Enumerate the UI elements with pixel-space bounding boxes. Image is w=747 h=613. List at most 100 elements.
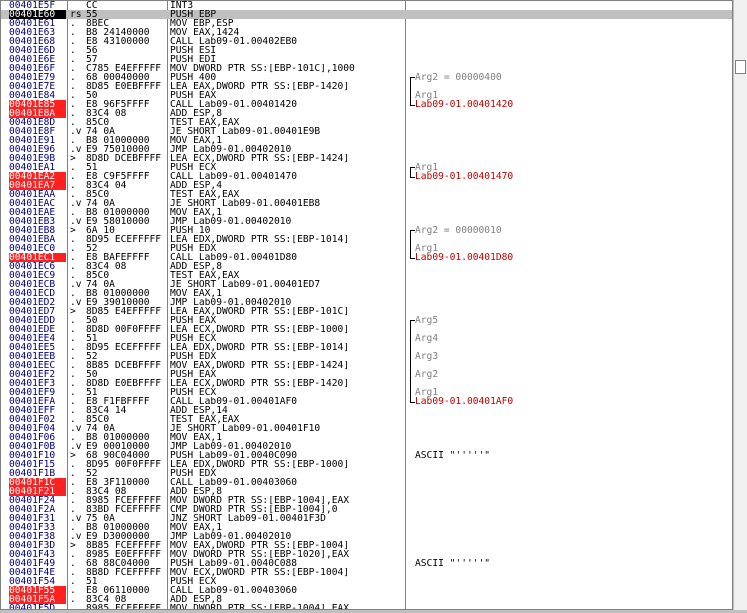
table-row[interactable]: 00401F38 .v E9 D3000000 JMP Lab09-01.004020… bbox=[1, 532, 732, 542]
table-row[interactable]: 00401EA7. 83C4 04 ADD ESP,4 bbox=[1, 181, 732, 190]
hex-dump-cell: 52 bbox=[86, 469, 98, 478]
disassembly-cell: PUSH 10 bbox=[170, 226, 211, 235]
hex-dump-cell: E9 D3000000 bbox=[86, 532, 150, 541]
table-row[interactable]: 00401F49. 68 88C04000 PUSH Lab09-01.0040C0… bbox=[1, 558, 732, 569]
disassembly-pane[interactable]: 00401E5F CC INT3 00401E60 rs 55 PUSH EBP 00401E… bbox=[0, 0, 733, 610]
table-row[interactable]: 00401EF3. 8D8D E0EBFFFF LEA ECX,DWORD PTR … bbox=[1, 379, 732, 389]
disassembly-cell: MOV EAX,1 bbox=[170, 433, 222, 442]
vertical-scrollbar[interactable] bbox=[733, 0, 747, 610]
table-row[interactable]: 00401F54. 51 PUSH ECX bbox=[1, 577, 732, 587]
disassembly-cell: CMP DWORD PTR SS:[EBP-1004],0 bbox=[170, 505, 338, 514]
table-row[interactable]: 00401EC9. 85C0 TEST EAX,EAX bbox=[1, 271, 732, 281]
table-row[interactable]: 00401E8F .v 74 0A JE SHORT Lab09-01.00401E9… bbox=[1, 127, 732, 137]
hex-dump-cell: 8D85 E0EBFFFF bbox=[86, 82, 162, 91]
table-row[interactable]: 00401EDD. 50 PUSH EAX Arg5 bbox=[1, 316, 732, 326]
hex-dump-cell: 51 bbox=[86, 163, 98, 172]
hex-dump-cell: B8 01000000 bbox=[86, 208, 150, 217]
table-row[interactable]: 00401F5A. 83C4 08 ADD ESP,8 bbox=[1, 595, 732, 604]
hex-dump-cell: 51 bbox=[86, 334, 98, 343]
disassembly-cell: MOV DWORD PTR SS:[EBP-1020],EAX bbox=[170, 550, 350, 559]
table-row[interactable]: 00401E63. B8 24140000 MOV EAX,1424 bbox=[1, 28, 732, 38]
table-row[interactable]: 00401EEC. 8B85 DCEBFFFF MOV EAX,DWORD PTR … bbox=[1, 361, 732, 371]
disassembly-cell: CALL Lab09-01.00401470 bbox=[170, 172, 298, 181]
table-row[interactable]: 00401E6E. 57 PUSH EDI bbox=[1, 55, 732, 65]
table-row[interactable]: 00401EC6. 83C4 08 ADD ESP,8 bbox=[1, 262, 732, 272]
disassembly-cell: JE SHORT Lab09-01.00401E9B bbox=[170, 127, 321, 136]
table-row[interactable]: 00401EE5. 8D95 ECEFFFFF LEA EDX,DWORD PTR … bbox=[1, 343, 732, 353]
table-row[interactable]: 00401EAA. 85C0 TEST EAX,EAX bbox=[1, 190, 732, 200]
table-row[interactable]: 00401ED7 >8D85 E4EFFFFF LEA EAX,DWORD PTR … bbox=[1, 307, 732, 317]
table-row[interactable]: 00401EB3 .v E9 58010000 JMP Lab09-01.004020… bbox=[1, 217, 732, 227]
hex-dump-cell: 52 bbox=[86, 244, 98, 253]
table-row[interactable]: 00401E9B >8D8D DCEBFFFF LEA ECX,DWORD PTR … bbox=[1, 154, 732, 164]
table-row[interactable]: 00401F0B .v E9 00010000 JMP Lab09-01.004020… bbox=[1, 442, 732, 452]
table-row[interactable]: 00401E6D. 56 PUSH ESI bbox=[1, 46, 732, 56]
disassembly-cell: PUSH EDX bbox=[170, 352, 217, 361]
table-row[interactable]: 00401E60 rs 55 PUSH EBP bbox=[1, 10, 732, 19]
hex-dump-cell: 50 bbox=[86, 370, 98, 379]
call-args-bracket bbox=[410, 230, 415, 259]
table-row[interactable]: 00401F15. 8D95 00F0FFFF LEA EDX,DWORD PTR … bbox=[1, 460, 732, 470]
table-row[interactable]: 00401EDE. 8D8D 00F0FFFF LEA ECX,DWORD PTR … bbox=[1, 325, 732, 335]
table-row[interactable]: 00401E5F CC INT3 bbox=[1, 1, 732, 10]
comment-cell: Lab09-01.00401D80 bbox=[415, 252, 514, 263]
table-row[interactable]: 00401E91. B8 01000000 MOV EAX,1 bbox=[1, 136, 732, 146]
hex-dump-cell: 52 bbox=[86, 352, 98, 361]
table-row[interactable]: 00401EB8 >6A 10 PUSH 10 Arg2 = 00000010 bbox=[1, 226, 732, 236]
table-row[interactable]: 00401E6F. C785 E4EFFFFF MOV DWORD PTR SS:[… bbox=[1, 64, 732, 74]
table-row[interactable]: 00401F43. 8985 E0EFFFFF MOV DWORD PTR SS:[… bbox=[1, 550, 732, 560]
table-row[interactable]: 00401F1C. E8 3F110000 CALL Lab09-01.004030… bbox=[1, 478, 732, 487]
table-row[interactable]: 00401EAE. B8 01000000 MOV EAX,1 bbox=[1, 208, 732, 218]
table-row[interactable]: 00401E84. 50 PUSH EAX Arg1 bbox=[1, 91, 732, 101]
table-row[interactable]: 00401F31 .v 75 0A JNZ SHORT Lab09-01.00401F… bbox=[1, 514, 732, 524]
hex-dump-cell: 85C0 bbox=[86, 271, 110, 280]
disassembly-cell: LEA EDX,DWORD PTR SS:[EBP-1014] bbox=[170, 235, 350, 244]
table-row[interactable]: 00401F06. B8 01000000 MOV EAX,1 bbox=[1, 433, 732, 443]
table-row[interactable]: 00401E85. E8 96F5FFFF CALL Lab09-01.004014… bbox=[1, 100, 732, 109]
table-row[interactable]: 00401E8D. 85C0 TEST EAX,EAX bbox=[1, 118, 732, 128]
table-row[interactable]: 00401F55. E8 06110000 CALL Lab09-01.004030… bbox=[1, 586, 732, 595]
table-row[interactable]: 00401F33. B8 01000000 MOV EAX,1 bbox=[1, 523, 732, 533]
comment-cell: Arg2 = 00000400 bbox=[415, 72, 502, 83]
disassembly-cell: PUSH 400 bbox=[170, 73, 217, 82]
disassembly-cell: JE SHORT Lab09-01.00401F10 bbox=[170, 424, 321, 433]
table-row[interactable]: 00401F21. 83C4 08 ADD ESP,8 bbox=[1, 487, 732, 496]
table-row[interactable]: 00401F1B. 52 PUSH EDX bbox=[1, 469, 732, 479]
table-row[interactable]: 00401EAC .v 74 0A JE SHORT Lab09-01.00401EB… bbox=[1, 199, 732, 209]
disassembly-cell: CALL Lab09-01.00401D80 bbox=[170, 253, 298, 262]
hex-dump-cell: 56 bbox=[86, 46, 98, 55]
table-row[interactable]: 00401ECD. B8 01000000 MOV EAX,1 bbox=[1, 289, 732, 299]
disassembly-cell: LEA EAX,DWORD PTR SS:[EBP-1420] bbox=[170, 82, 350, 91]
table-row[interactable]: 00401F24. 8985 FCEFFFFF MOV DWORD PTR SS:[… bbox=[1, 496, 732, 506]
table-row[interactable]: 00401EFF. 83C4 14 ADD ESP,14 bbox=[1, 406, 732, 416]
table-row[interactable]: 00401ED2 .v E9 39010000 JMP Lab09-01.004020… bbox=[1, 298, 732, 308]
disassembly-cell: PUSH Lab09-01.0040C088 bbox=[170, 559, 298, 568]
table-row[interactable]: 00401E79. 68 00040000 PUSH 400 Arg2 = 00000… bbox=[1, 72, 732, 83]
table-row[interactable]: 00401E68. E8 43100000 CALL Lab09-01.00402E… bbox=[1, 37, 732, 47]
table-row[interactable]: 00401F2A. 83BD FCEFFFFF CMP DWORD PTR SS:[… bbox=[1, 505, 732, 515]
table-row[interactable]: 00401EC0. 52 PUSH EDX Arg1 bbox=[1, 244, 732, 254]
table-row[interactable]: 00401EF2. 50 PUSH EAX Arg2 bbox=[1, 370, 732, 380]
table-row[interactable]: 00401F04 .v 74 0A JE SHORT Lab09-01.00401F1… bbox=[1, 424, 732, 434]
table-row[interactable]: 00401F10 >68 90C04000 PUSH Lab09-01.0040C0… bbox=[1, 451, 732, 461]
table-row[interactable]: 00401EEB. 52 PUSH EDX Arg3 bbox=[1, 352, 732, 362]
table-row[interactable]: 00401E61. 8BEC MOV EBP,ESP bbox=[1, 19, 732, 29]
table-row[interactable]: 00401E7E. 8D85 E0EBFFFF LEA EAX,DWORD PTR … bbox=[1, 82, 732, 92]
table-row[interactable]: 00401E96 .v E9 75010000 JMP Lab09-01.004020… bbox=[1, 145, 732, 155]
disassembly-cell: ADD ESP,8 bbox=[170, 595, 222, 604]
table-row[interactable]: 00401F4E. 8B8D FCEFFFFF MOV ECX,DWORD PTR … bbox=[1, 568, 732, 578]
table-row[interactable]: 00401EF9. 51 PUSH ECX Arg1 bbox=[1, 388, 732, 398]
scrollbar-thumb[interactable] bbox=[735, 60, 746, 74]
table-row[interactable]: 00401EBA. 8D95 ECEFFFFF LEA EDX,DWORD PTR … bbox=[1, 235, 732, 245]
comment-cell: ASCII "'''''" bbox=[415, 558, 491, 569]
table-row[interactable]: 00401EA2. E8 C9F5FFFF CALL Lab09-01.004014… bbox=[1, 172, 732, 181]
table-row[interactable]: 00401EA1. 51 PUSH ECX Arg1 bbox=[1, 163, 732, 173]
table-row[interactable]: 00401F02. 85C0 TEST EAX,EAX bbox=[1, 415, 732, 425]
table-row[interactable]: 00401EE4. 51 PUSH ECX Arg4 bbox=[1, 334, 732, 344]
table-row[interactable]: 00401EC1. E8 BAFEFFFF CALL Lab09-01.00401D… bbox=[1, 252, 732, 263]
table-row[interactable]: 00401EFA. E8 F1FBFFFF CALL Lab09-01.00401A… bbox=[1, 397, 732, 407]
table-row[interactable]: 00401E8A. 83C4 08 ADD ESP,8 bbox=[1, 109, 732, 118]
hex-dump-cell: 83C4 08 bbox=[86, 595, 127, 604]
table-row[interactable]: 00401F3D >8B85 FCEFFFFF MOV EAX,DWORD PTR … bbox=[1, 541, 732, 551]
table-row[interactable]: 00401ECB .v 74 0A JE SHORT Lab09-01.00401ED… bbox=[1, 280, 732, 290]
